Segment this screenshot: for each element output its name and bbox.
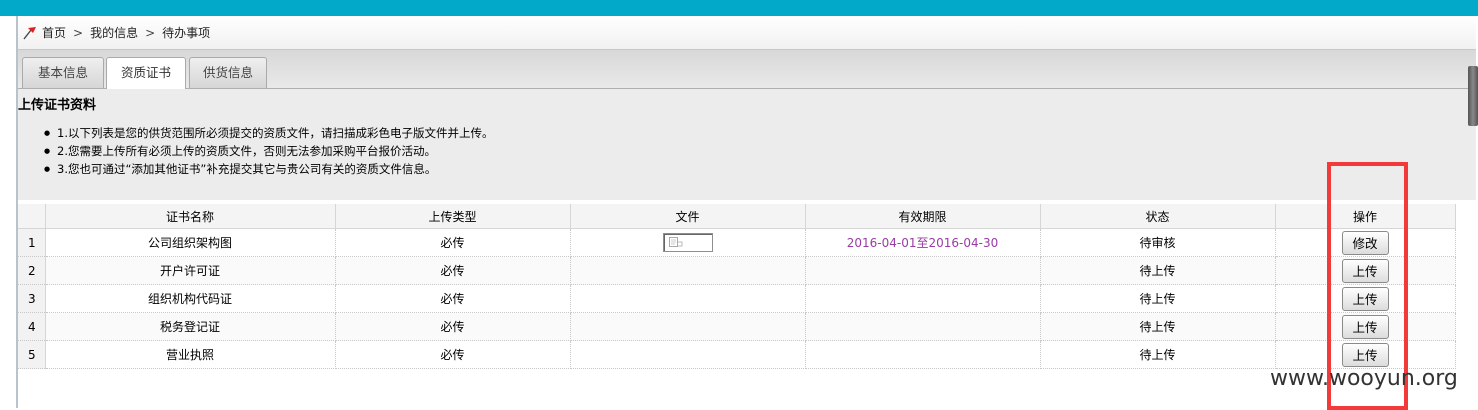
status: 待上传 bbox=[1040, 312, 1276, 341]
instruction-item: 2.您需要上传所有必须上传的资质文件，否则无法参加采购平台报价活动。 bbox=[44, 142, 493, 160]
watermark: www.wooyun.org bbox=[1270, 366, 1458, 391]
breadcrumb-current-page: 待办事项 bbox=[162, 26, 211, 40]
certificate-table: 证书名称 上传类型 文件 有效期限 状态 操作 1 公司组织架构图 必传 201… bbox=[18, 204, 1456, 369]
document-thumbnail-icon[interactable] bbox=[662, 233, 713, 252]
instruction-item: 3.您也可通过“添加其他证书”补充提交其它与贵公司有关的资质文件信息。 bbox=[44, 160, 493, 178]
instruction-list: 1.以下列表是您的供货范围所必须提交的资质文件，请扫描成彩色电子版文件并上传。 … bbox=[44, 124, 493, 178]
header-upload-type: 上传类型 bbox=[335, 204, 571, 229]
row-index: 1 bbox=[18, 228, 46, 257]
breadcrumb-separator: > bbox=[73, 25, 84, 40]
upload-type: 必传 bbox=[335, 284, 571, 313]
validity-period bbox=[805, 312, 1041, 341]
validity-period bbox=[805, 284, 1041, 313]
row-index: 5 bbox=[18, 340, 46, 369]
file-cell bbox=[570, 228, 806, 257]
tab-strip: 基本信息 资质证书 供货信息 bbox=[18, 50, 1476, 89]
section-title: 上传证书资料 bbox=[18, 98, 97, 113]
tab-supply-info[interactable]: 供货信息 bbox=[189, 57, 267, 88]
breadcrumb-separator: > bbox=[145, 25, 156, 40]
content-panel: 基本信息 资质证书 供货信息 上传证书资料 1.以下列表是您的供货范围所必须提交… bbox=[18, 50, 1476, 200]
header-index bbox=[18, 204, 46, 229]
certificate-name: 开户许可证 bbox=[45, 256, 336, 285]
table-row: 1 公司组织架构图 必传 2016-04-01至2016-04-30 待审核 修… bbox=[18, 228, 1456, 257]
upload-type: 必传 bbox=[335, 228, 571, 257]
status: 待上传 bbox=[1040, 284, 1276, 313]
upload-type: 必传 bbox=[335, 340, 571, 369]
header-certificate-name: 证书名称 bbox=[45, 204, 336, 229]
row-index: 2 bbox=[18, 256, 46, 285]
validity-period: 2016-04-01至2016-04-30 bbox=[805, 228, 1041, 257]
certificate-name: 组织机构代码证 bbox=[45, 284, 336, 313]
upload-type: 必传 bbox=[335, 256, 571, 285]
tab-basic-info[interactable]: 基本信息 bbox=[22, 57, 104, 88]
tab-qualification-certificates[interactable]: 资质证书 bbox=[106, 57, 186, 89]
instruction-item: 1.以下列表是您的供货范围所必须提交的资质文件，请扫描成彩色电子版文件并上传。 bbox=[44, 124, 493, 142]
file-cell bbox=[570, 256, 806, 285]
table-row: 5 营业执照 必传 待上传 上传 bbox=[18, 340, 1456, 369]
validity-period bbox=[805, 256, 1041, 285]
file-cell bbox=[570, 284, 806, 313]
scrollbar-thumb[interactable] bbox=[1468, 66, 1478, 126]
certificate-name: 税务登记证 bbox=[45, 312, 336, 341]
table-row: 3 组织机构代码证 必传 待上传 上传 bbox=[18, 284, 1456, 313]
top-bar bbox=[0, 0, 1478, 16]
breadcrumb: 首页 > 我的信息 > 待办事项 bbox=[18, 16, 1476, 50]
table-header-row: 证书名称 上传类型 文件 有效期限 状态 操作 bbox=[18, 204, 1456, 229]
file-cell bbox=[570, 312, 806, 341]
red-pin-icon bbox=[22, 25, 38, 41]
breadcrumb-my-info-link[interactable]: 我的信息 bbox=[90, 24, 138, 41]
header-file: 文件 bbox=[570, 204, 806, 229]
status: 待上传 bbox=[1040, 256, 1276, 285]
upload-type: 必传 bbox=[335, 312, 571, 341]
certificate-name: 营业执照 bbox=[45, 340, 336, 369]
status: 待审核 bbox=[1040, 228, 1276, 257]
breadcrumb-home-link[interactable]: 首页 bbox=[42, 24, 66, 41]
table-row: 2 开户许可证 必传 待上传 上传 bbox=[18, 256, 1456, 285]
file-cell bbox=[570, 340, 806, 369]
header-validity: 有效期限 bbox=[805, 204, 1041, 229]
row-index: 4 bbox=[18, 312, 46, 341]
certificate-name: 公司组织架构图 bbox=[45, 228, 336, 257]
status: 待上传 bbox=[1040, 340, 1276, 369]
header-status: 状态 bbox=[1040, 204, 1276, 229]
row-index: 3 bbox=[18, 284, 46, 313]
table-row: 4 税务登记证 必传 待上传 上传 bbox=[18, 312, 1456, 341]
validity-period bbox=[805, 340, 1041, 369]
